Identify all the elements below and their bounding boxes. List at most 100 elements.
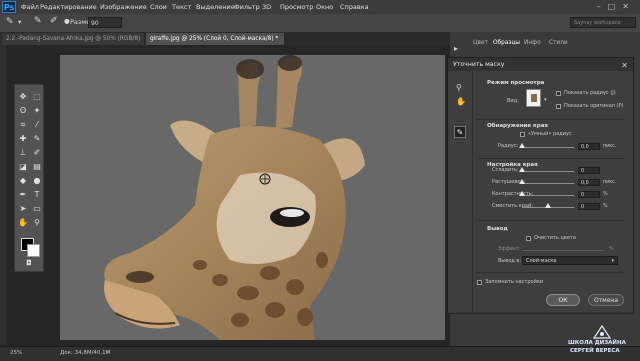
marquee-tool-icon[interactable]: ⬚ [31, 91, 43, 103]
decontaminate-checkbox[interactable] [526, 236, 531, 241]
chevron-down-icon[interactable]: ▾ [18, 18, 21, 26]
adjust-slider-unit: пикс. [603, 180, 617, 185]
eyedropper-tool-icon[interactable]: ⁄ [31, 119, 43, 131]
watermark-line1: ШКОЛА ДИЗАЙНА [568, 340, 626, 346]
view-mode-heading: Режим просмотра [487, 80, 545, 86]
radius-value-field[interactable]: 0,0 [578, 143, 600, 150]
show-radius-checkbox[interactable] [556, 91, 561, 96]
adjust-slider-unit: % [603, 192, 608, 197]
healing-tool-icon[interactable]: ✚ [17, 133, 29, 145]
adjust-slider-thumb[interactable] [519, 191, 525, 196]
blur-tool-icon[interactable]: ◆ [17, 175, 29, 187]
menu-text[interactable]: Текст [172, 3, 191, 11]
size-input[interactable]: 90 [88, 17, 122, 28]
quick-select-tool-icon[interactable]: ✦ [31, 105, 43, 117]
adjust-slider-value[interactable]: 0,0 [578, 179, 600, 186]
menu-window[interactable]: Окно [316, 3, 333, 11]
adjust-slider-track[interactable] [522, 171, 574, 172]
document-canvas[interactable] [60, 55, 445, 340]
brush-tool-icon[interactable]: ✎ [6, 17, 14, 27]
eraser-tool-icon[interactable]: ◪ [17, 161, 29, 173]
hand-tool-icon[interactable]: ✋ [456, 97, 466, 106]
gradient-tool-icon[interactable]: ▤ [31, 161, 43, 173]
show-original-checkbox[interactable] [556, 104, 561, 109]
ok-button[interactable]: ОК [546, 294, 580, 306]
menu-file[interactable]: Файл [21, 3, 39, 11]
divider [477, 220, 625, 221]
menu-filter[interactable]: Фильтр [234, 3, 260, 11]
menu-layers[interactable]: Слои [150, 3, 167, 11]
move-tool-icon[interactable]: ✥ [17, 91, 29, 103]
radius-slider-track[interactable] [522, 147, 574, 148]
output-heading: Вывод [487, 226, 508, 232]
zoom-tool-icon[interactable]: ⚲ [31, 217, 43, 229]
adjust-slider-track[interactable] [522, 183, 574, 184]
lasso-tool-icon[interactable]: ʘ [17, 105, 29, 117]
stamp-tool-icon[interactable]: ⊥ [17, 147, 29, 159]
cancel-button[interactable]: Отмена [588, 294, 624, 306]
chevron-down-icon[interactable]: ▾ [544, 97, 547, 103]
tab-info[interactable]: Инфо [524, 40, 541, 46]
adjust-slider-value[interactable]: 0 [578, 191, 600, 198]
tab-savanna[interactable]: 2.2.-Padang-Savana-Afrika.jpg @ 50% (RGB… [2, 33, 144, 45]
hand-tool-icon[interactable]: ✋ [17, 217, 29, 229]
window-controls[interactable]: –□✕ [597, 2, 636, 11]
menu-view[interactable]: Просмотр [280, 3, 313, 11]
menu-3d[interactable]: 3D [262, 3, 271, 11]
tab-color[interactable]: Цвет [473, 40, 488, 46]
chevron-right-icon[interactable]: › [106, 349, 108, 356]
tab-swatches[interactable]: Образцы [493, 40, 520, 46]
refine-mask-dialog: Уточнить маску ✕ ⚲ ✋ ✎ Режим просмотра В… [447, 57, 634, 314]
shape-tool-icon[interactable]: ▭ [31, 203, 43, 215]
view-label: Вид: [507, 98, 519, 104]
pen-tool-icon[interactable]: ✒ [17, 189, 29, 201]
decontaminate-label: Очистить цвета [534, 235, 576, 241]
brush-preset-icon[interactable]: ● [64, 17, 70, 25]
tab-giraffe[interactable]: giraffe.jpg @ 25% (Слой 0, Слой-маска/8)… [146, 33, 284, 45]
divider [477, 272, 625, 273]
watermark-logo [592, 324, 612, 339]
path-select-tool-icon[interactable]: ➤ [17, 203, 29, 215]
dodge-tool-icon[interactable]: ● [31, 175, 43, 187]
adjust-slider-value[interactable]: 0 [578, 167, 600, 174]
amount-unit: % [609, 247, 614, 252]
brush-tool-icon[interactable]: ✎ [31, 133, 43, 145]
menu-select[interactable]: Выделение [196, 3, 235, 11]
refine-radius-tool-icon[interactable]: ✎ [454, 126, 466, 138]
refine-radius-icon[interactable]: ✎ [34, 16, 42, 26]
menu-edit[interactable]: Редактирование [40, 3, 97, 11]
tab-styles[interactable]: Стили [549, 40, 568, 46]
smart-radius-checkbox[interactable] [520, 132, 525, 137]
dialog-title: Уточнить маску [453, 61, 505, 68]
show-radius-label: Показать радиус (J) [564, 90, 616, 96]
menu-help[interactable]: Справка [340, 3, 369, 11]
document-tabs: 2.2.-Padang-Savana-Afrika.jpg @ 50% (RGB… [0, 33, 450, 45]
erase-refinements-icon[interactable]: ✐ [50, 16, 58, 26]
radius-slider-thumb[interactable] [519, 143, 525, 148]
radius-label: Радиус: [498, 143, 519, 149]
workspace-select[interactable]: Saynay workspace [570, 17, 636, 28]
history-brush-icon[interactable]: ✐ [31, 147, 43, 159]
output-to-select[interactable]: Слой-маска ▾ [522, 256, 618, 265]
adjust-slider-thumb[interactable] [519, 179, 525, 184]
type-tool-icon[interactable]: T [31, 189, 43, 201]
adjust-slider-track[interactable] [522, 195, 574, 196]
zoom-tool-icon[interactable]: ⚲ [456, 83, 462, 92]
adjust-slider-label: Контрастность: [492, 191, 534, 197]
zoom-level[interactable]: 25% [10, 350, 22, 356]
adjust-slider-thumb[interactable] [519, 167, 525, 172]
menu-image[interactable]: Изображение [100, 3, 147, 11]
background-color-swatch[interactable] [27, 244, 40, 257]
tools-panel: ✥ ⬚ ʘ ✦ ⌗ ⁄ ✚ ✎ ⊥ ✐ ◪ ▤ ◆ ● ✒ T ➤ ▭ ✋ ⚲ … [14, 84, 44, 272]
edge-detection-heading: Обнаружение края [487, 123, 548, 129]
adjust-slider-value[interactable]: 0 [578, 203, 600, 210]
remember-settings-checkbox[interactable] [477, 280, 482, 285]
dialog-titlebar[interactable]: Уточнить маску ✕ [448, 58, 633, 71]
crop-tool-icon[interactable]: ⌗ [17, 119, 29, 131]
divider [477, 158, 625, 159]
quick-mask-icon[interactable]: ◘ [23, 257, 35, 269]
view-thumbnail[interactable] [526, 89, 541, 107]
panel-collapse-icon[interactable]: ▸ [454, 44, 458, 53]
adjust-slider-thumb[interactable] [545, 203, 551, 208]
close-icon[interactable]: ✕ [621, 59, 628, 72]
